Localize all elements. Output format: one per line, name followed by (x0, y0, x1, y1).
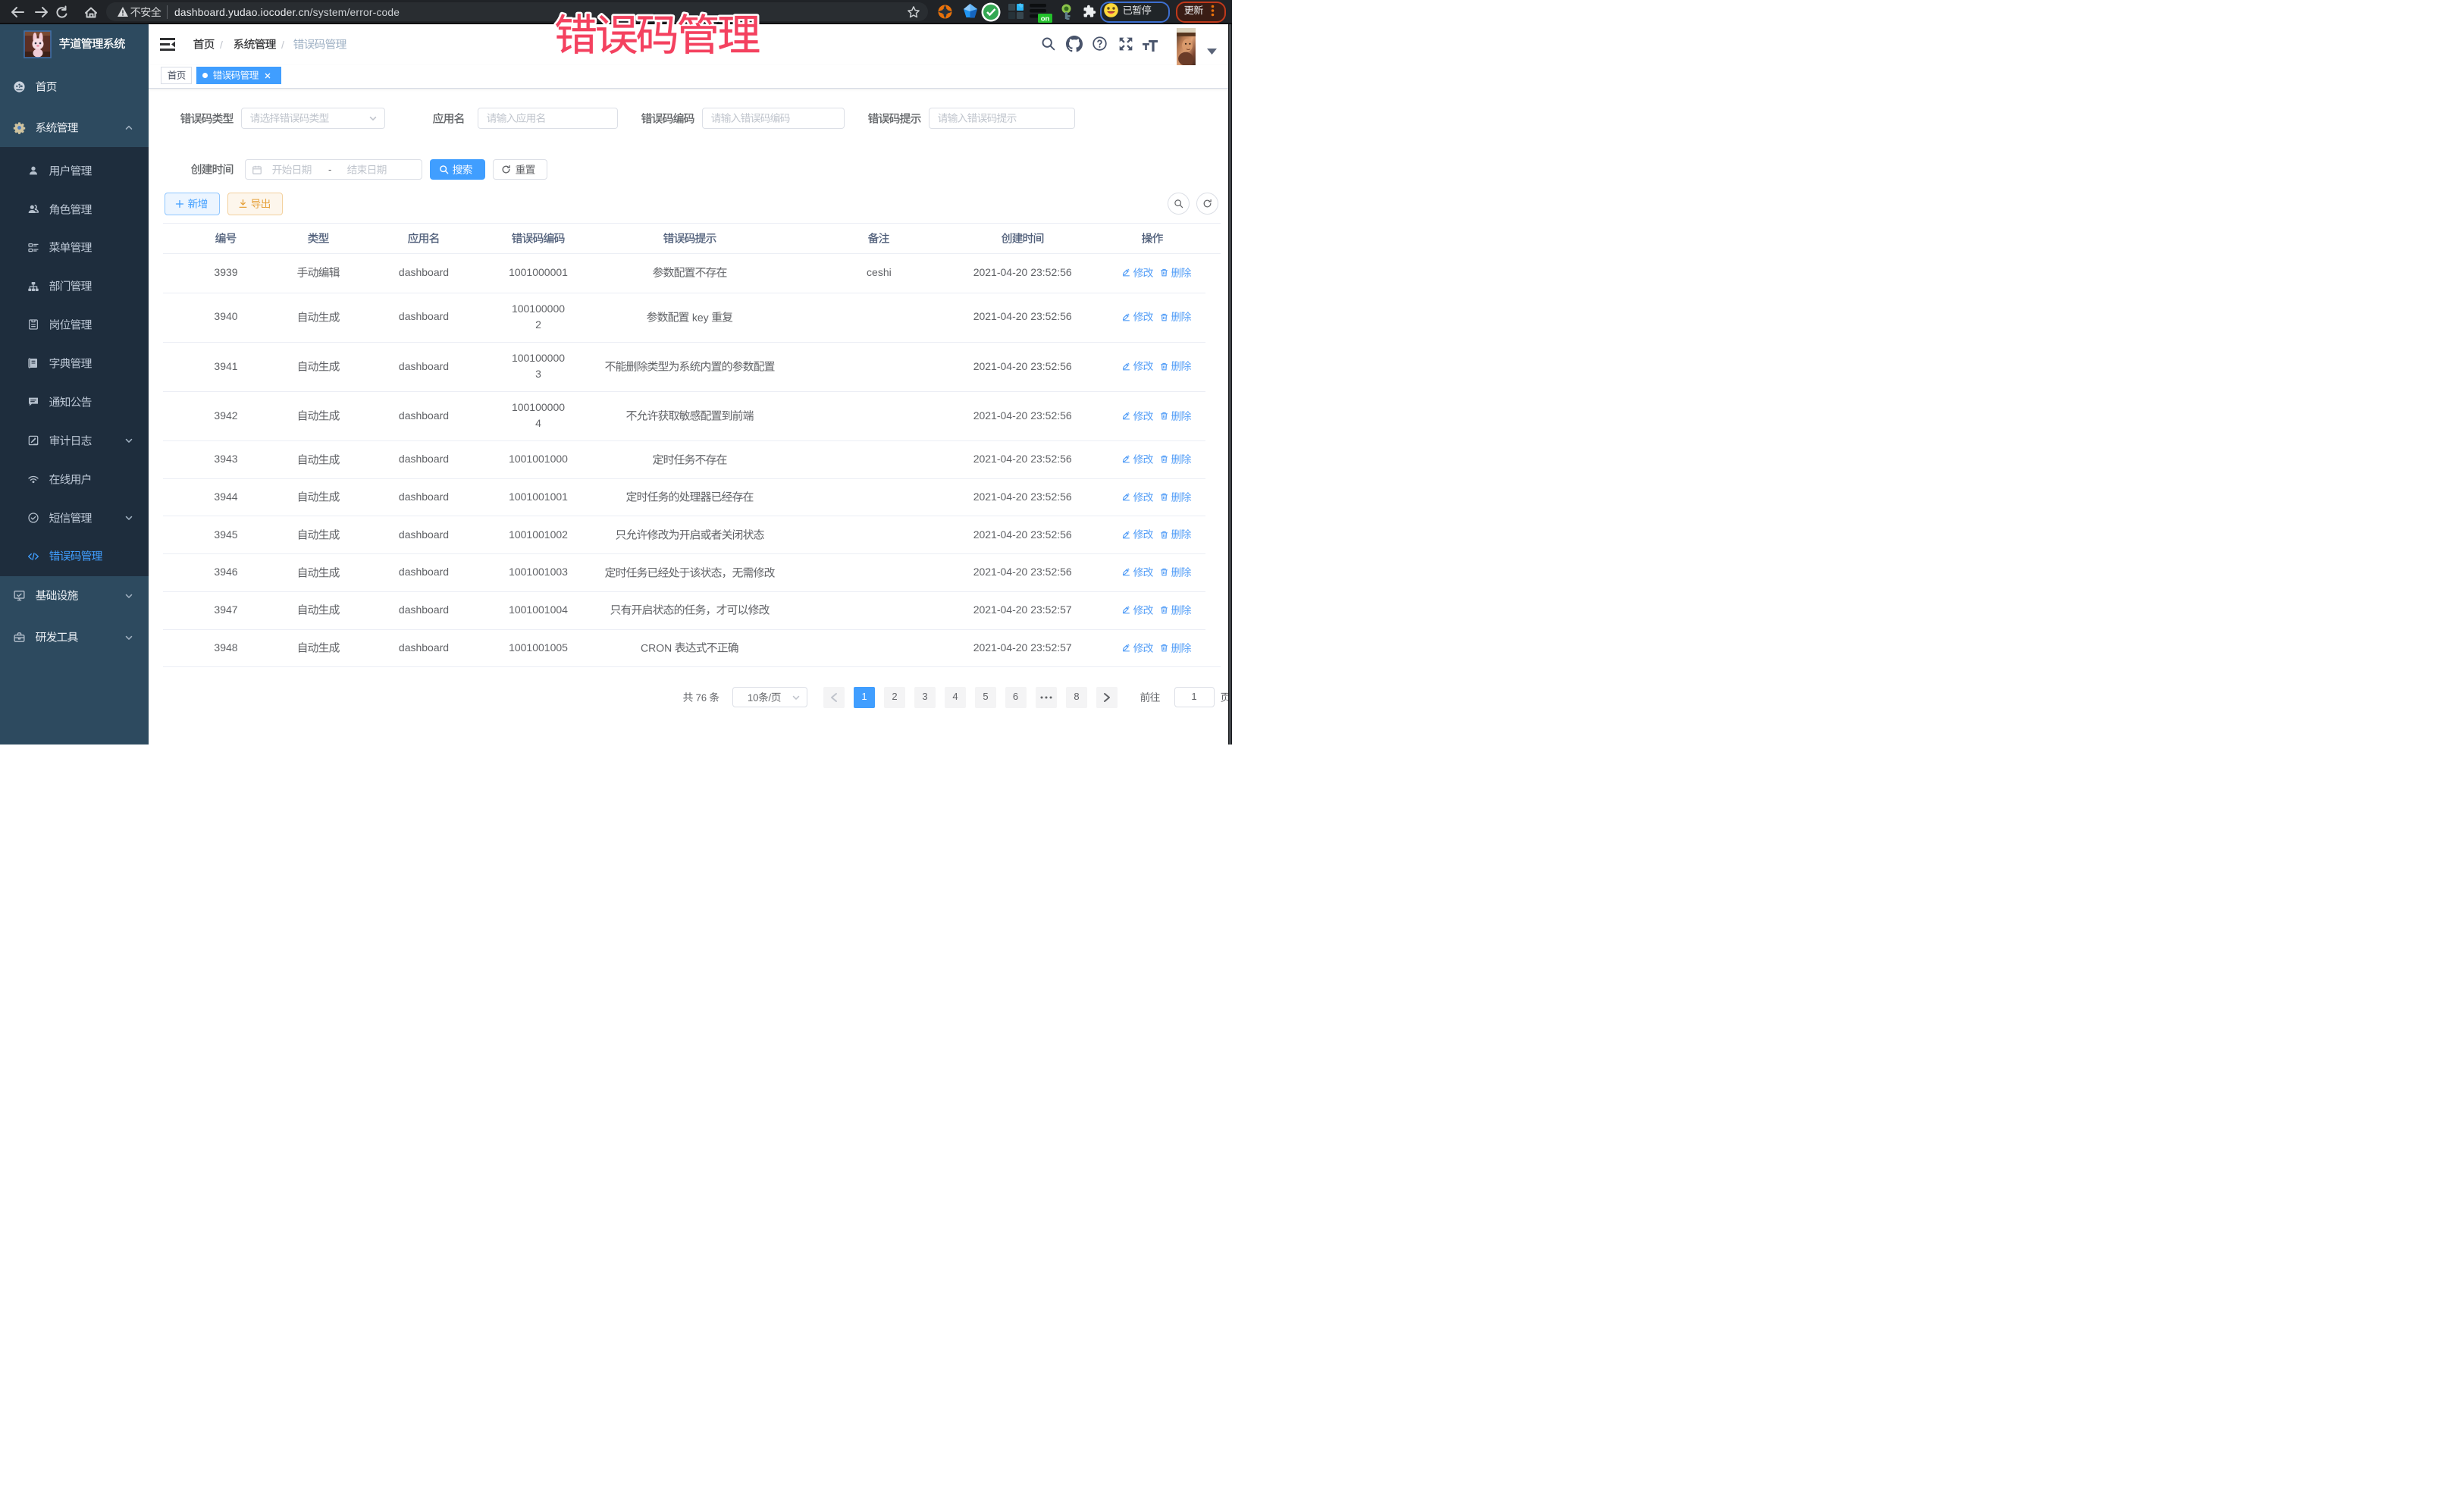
svg-text:on: on (1041, 15, 1050, 24)
